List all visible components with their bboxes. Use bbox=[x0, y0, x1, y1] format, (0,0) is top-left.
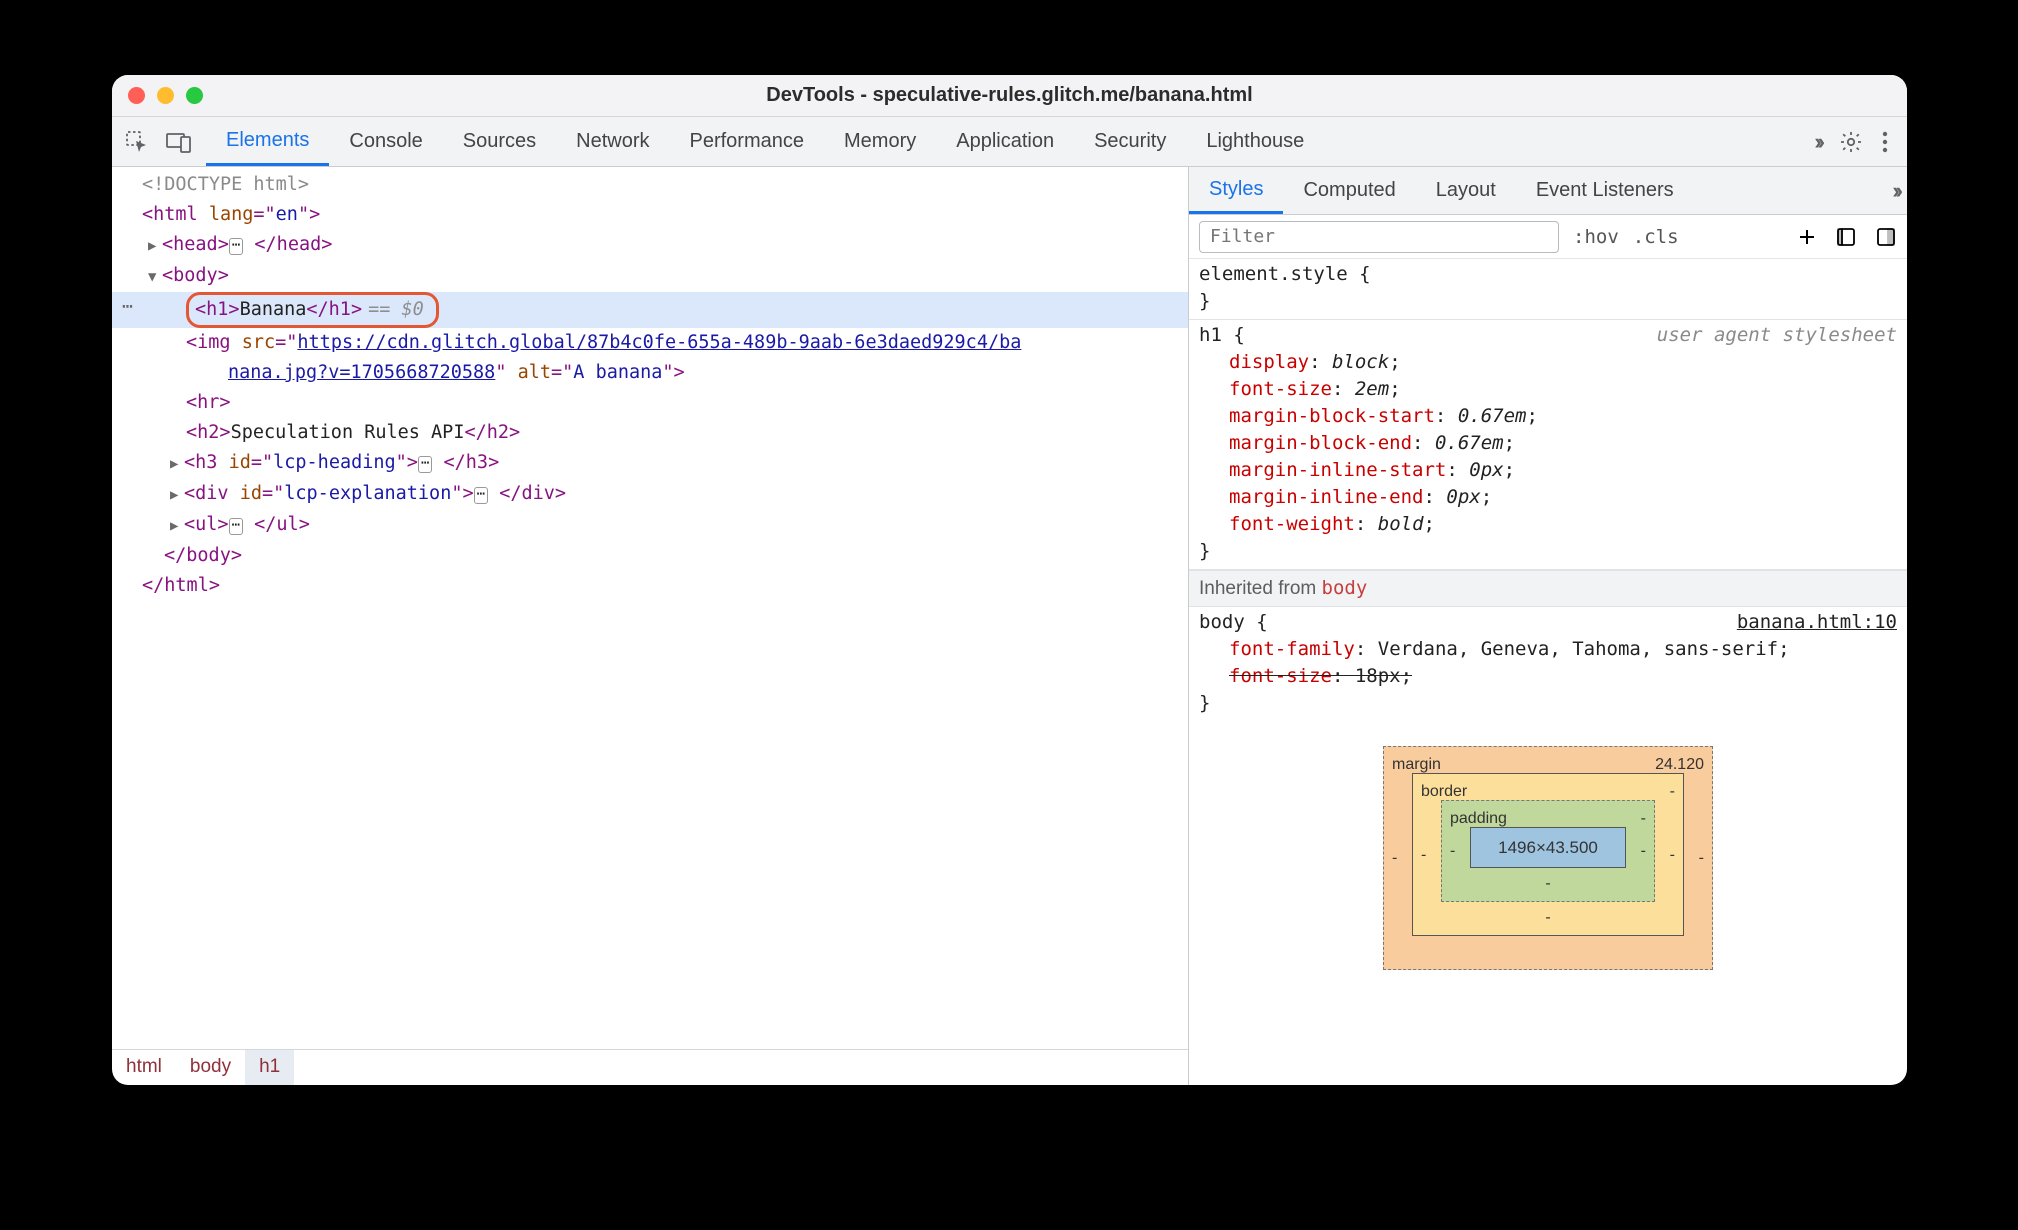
styles-rules: element.style { } h1 { user agent styles… bbox=[1189, 259, 1907, 1085]
box-model[interactable]: margin 24.120 - - border - - - padding bbox=[1189, 722, 1907, 970]
computed-styles-sidebar-icon[interactable] bbox=[1835, 226, 1857, 248]
img-node-cont[interactable]: nana.jpg?v=1705668720588" alt="A banana"… bbox=[112, 358, 1188, 388]
chevron-right-icon[interactable] bbox=[170, 480, 184, 510]
breadcrumbs: html body h1 bbox=[112, 1049, 1188, 1085]
chevron-right-icon[interactable] bbox=[170, 511, 184, 541]
inherited-from-bar: Inherited from body bbox=[1189, 570, 1907, 607]
new-style-rule-icon[interactable] bbox=[1797, 227, 1817, 247]
toggle-rendering-panel-icon[interactable] bbox=[1875, 226, 1897, 248]
main-tabbar: Elements Console Sources Network Perform… bbox=[112, 117, 1907, 167]
html-open-node[interactable]: <html lang="en"> bbox=[112, 200, 1188, 230]
doctype-node[interactable]: <!DOCTYPE html> bbox=[142, 174, 309, 195]
inspect-element-icon[interactable] bbox=[122, 127, 152, 157]
kebab-menu-icon[interactable] bbox=[1881, 131, 1889, 153]
window-title: DevTools - speculative-rules.glitch.me/b… bbox=[112, 84, 1907, 107]
hov-button[interactable]: :hov bbox=[1573, 226, 1619, 248]
crumb-body[interactable]: body bbox=[176, 1050, 245, 1085]
tab-security[interactable]: Security bbox=[1074, 117, 1186, 166]
more-subtabs-icon[interactable]: ›› bbox=[1892, 178, 1899, 204]
styles-toolbar: :hov .cls bbox=[1189, 215, 1907, 259]
subtab-computed[interactable]: Computed bbox=[1283, 167, 1415, 214]
zoom-window-button[interactable] bbox=[186, 87, 203, 104]
more-tabs-icon[interactable]: ›› bbox=[1814, 129, 1821, 155]
crumb-html[interactable]: html bbox=[112, 1050, 176, 1085]
toggle-device-toolbar-icon[interactable] bbox=[164, 127, 194, 157]
selected-row-menu-icon[interactable]: ⋯ bbox=[122, 292, 135, 322]
padding-label: padding bbox=[1450, 805, 1507, 832]
tab-sources[interactable]: Sources bbox=[443, 117, 556, 166]
body-rule[interactable]: body { banana.html:10 font-family: Verda… bbox=[1189, 607, 1907, 722]
traffic-lights bbox=[128, 87, 203, 104]
body-open-node[interactable]: <body> bbox=[112, 261, 1188, 292]
crumb-h1[interactable]: h1 bbox=[245, 1050, 294, 1085]
styles-filter-input[interactable] bbox=[1199, 221, 1559, 253]
chevron-right-icon[interactable] bbox=[170, 449, 184, 479]
h3-node[interactable]: <h3 id="lcp-heading">⋯ </h3> bbox=[112, 448, 1188, 479]
tab-elements[interactable]: Elements bbox=[206, 117, 329, 166]
tab-memory[interactable]: Memory bbox=[824, 117, 936, 166]
sub-tabbar: Styles Computed Layout Event Listeners ›… bbox=[1189, 167, 1907, 215]
hr-node[interactable]: <hr> bbox=[112, 388, 1188, 418]
ellipsis-icon[interactable]: ⋯ bbox=[229, 238, 243, 255]
minimize-window-button[interactable] bbox=[157, 87, 174, 104]
ellipsis-icon[interactable]: ⋯ bbox=[418, 456, 432, 473]
cls-button[interactable]: .cls bbox=[1633, 226, 1679, 248]
user-agent-label: user agent stylesheet bbox=[1657, 322, 1897, 349]
tab-lighthouse[interactable]: Lighthouse bbox=[1186, 117, 1324, 166]
tab-application[interactable]: Application bbox=[936, 117, 1074, 166]
tab-network[interactable]: Network bbox=[556, 117, 669, 166]
settings-icon[interactable] bbox=[1839, 130, 1863, 154]
body-close-node[interactable]: </body> bbox=[112, 541, 1188, 571]
devtools-window: DevTools - speculative-rules.glitch.me/b… bbox=[112, 75, 1907, 1085]
dom-tree[interactable]: <!DOCTYPE html> <html lang="en"> <head>⋯… bbox=[112, 167, 1188, 1049]
head-node[interactable]: <head>⋯ </head> bbox=[112, 230, 1188, 261]
ul-node[interactable]: <ul>⋯ </ul> bbox=[112, 510, 1188, 541]
chevron-right-icon[interactable] bbox=[148, 231, 162, 261]
subtab-event-listeners[interactable]: Event Listeners bbox=[1516, 167, 1694, 214]
subtab-styles[interactable]: Styles bbox=[1189, 167, 1283, 214]
tab-performance[interactable]: Performance bbox=[670, 117, 825, 166]
close-window-button[interactable] bbox=[128, 87, 145, 104]
h2-node[interactable]: <h2>Speculation Rules API</h2> bbox=[112, 418, 1188, 448]
chevron-down-icon[interactable] bbox=[148, 262, 162, 292]
ellipsis-icon[interactable]: ⋯ bbox=[229, 518, 243, 535]
h1-node-selected[interactable]: ⋯ <h1>Banana</h1>== $0 bbox=[112, 292, 1188, 328]
ellipsis-icon[interactable]: ⋯ bbox=[474, 487, 488, 504]
element-style-rule[interactable]: element.style { } bbox=[1189, 259, 1907, 320]
content-size: 1496×43.500 bbox=[1470, 827, 1626, 868]
styles-panel: Styles Computed Layout Event Listeners ›… bbox=[1189, 167, 1907, 1085]
img-node[interactable]: <img src="https://cdn.glitch.global/87b4… bbox=[112, 328, 1188, 358]
tab-console[interactable]: Console bbox=[329, 117, 442, 166]
subtab-layout[interactable]: Layout bbox=[1416, 167, 1516, 214]
elements-panel: <!DOCTYPE html> <html lang="en"> <head>⋯… bbox=[112, 167, 1189, 1085]
source-link[interactable]: banana.html:10 bbox=[1737, 609, 1897, 636]
h1-rule[interactable]: h1 { user agent stylesheet display: bloc… bbox=[1189, 320, 1907, 570]
window-titlebar: DevTools - speculative-rules.glitch.me/b… bbox=[112, 75, 1907, 117]
html-close-node[interactable]: </html> bbox=[112, 571, 1188, 601]
div-node[interactable]: <div id="lcp-explanation">⋯ </div> bbox=[112, 479, 1188, 510]
main-tabs: Elements Console Sources Network Perform… bbox=[206, 117, 1324, 166]
